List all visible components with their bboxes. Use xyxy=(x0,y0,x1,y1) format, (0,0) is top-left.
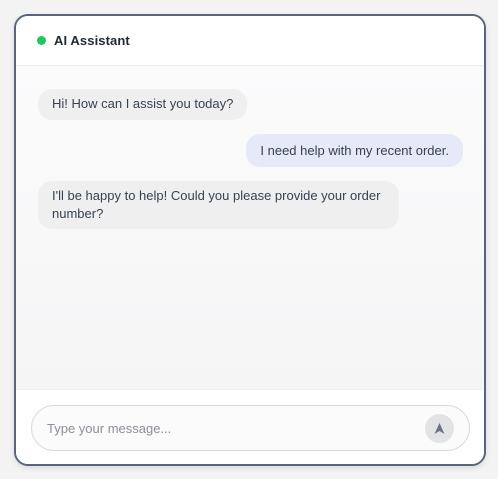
composer-area xyxy=(16,389,484,464)
assistant-message: Hi! How can I assist you today? xyxy=(38,89,248,120)
message-list[interactable]: Hi! How can I assist you today? I need h… xyxy=(16,66,484,389)
chat-title: AI Assistant xyxy=(54,33,130,48)
chat-window: AI Assistant Hi! How can I assist you to… xyxy=(14,14,486,466)
assistant-message: I'll be happy to help! Could you please … xyxy=(38,181,399,229)
online-status-dot xyxy=(37,36,46,45)
user-message: I need help with my recent order. xyxy=(246,134,463,167)
message-input-container xyxy=(31,405,470,451)
send-button[interactable] xyxy=(425,414,454,443)
chat-header: AI Assistant xyxy=(16,16,484,66)
send-arrow-icon xyxy=(434,423,445,434)
message-input[interactable] xyxy=(47,420,407,436)
